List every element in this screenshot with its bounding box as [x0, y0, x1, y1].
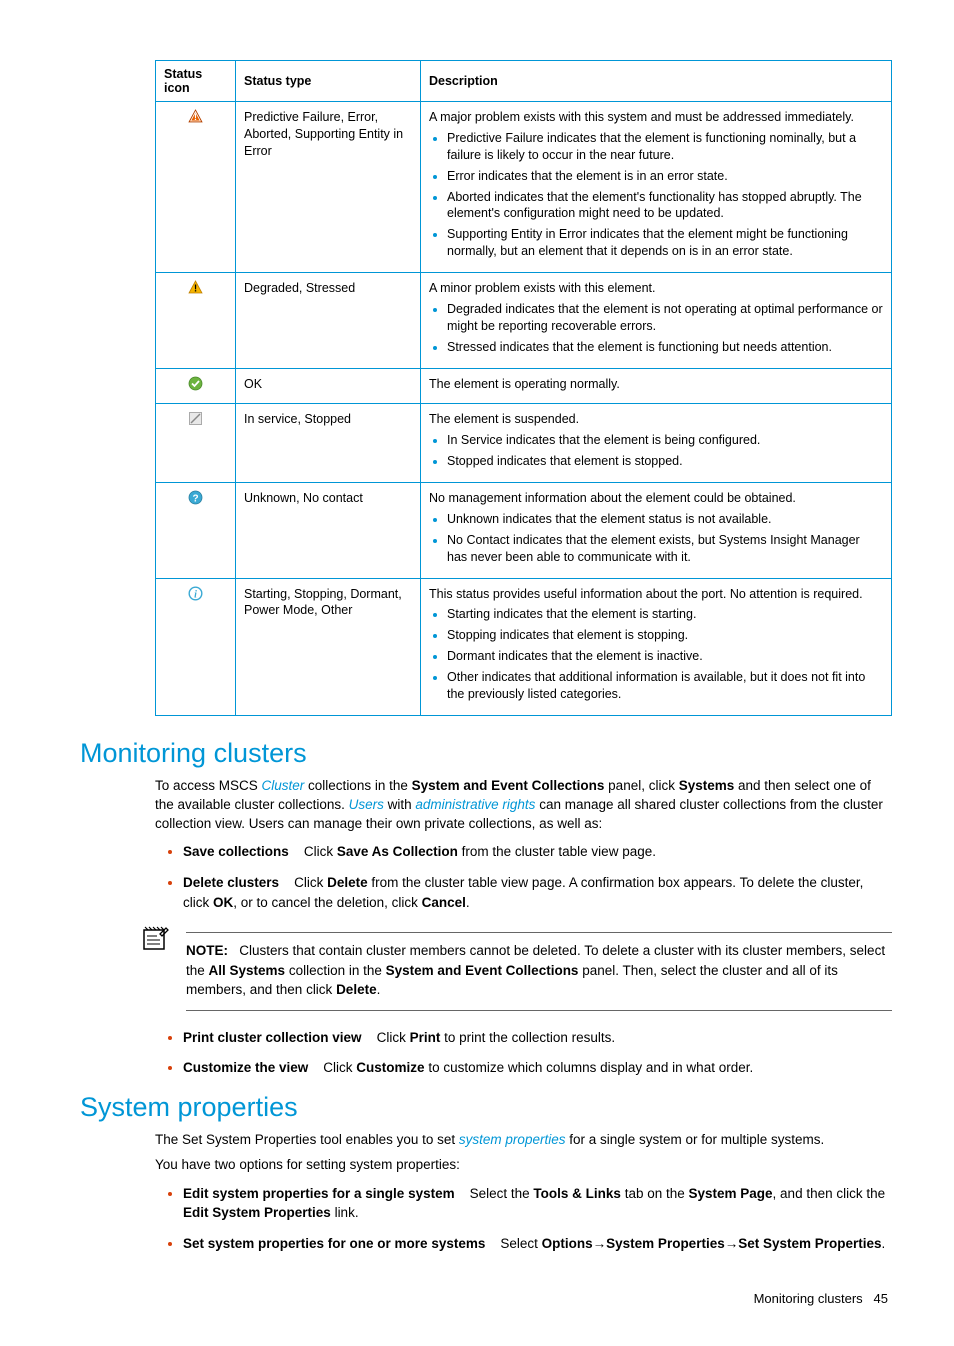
desc-bullet: Aborted indicates that the element's fun…: [447, 189, 883, 223]
sysprops-p1: The Set System Properties tool enables y…: [155, 1131, 892, 1150]
desc-bullet: Unknown indicates that the element statu…: [447, 511, 883, 528]
desc-bullet: Supporting Entity in Error indicates tha…: [447, 226, 883, 260]
desc-bullet: Predictive Failure indicates that the el…: [447, 130, 883, 164]
pause-icon: [156, 404, 236, 483]
desc-bullet: Stopped indicates that element is stoppe…: [447, 453, 883, 470]
desc-bullet: Degraded indicates that the element is n…: [447, 301, 883, 335]
item-save-collections: Save collections Click Save As Collectio…: [183, 841, 892, 862]
status-desc-cell: A major problem exists with this system …: [421, 102, 892, 273]
table-row: ? Unknown, No contactNo management inform…: [156, 483, 892, 579]
svg-text:!: !: [194, 112, 197, 122]
status-desc-cell: A minor problem exists with this element…: [421, 273, 892, 369]
table-row: ! Degraded, StressedA minor problem exist…: [156, 273, 892, 369]
table-row: OKThe element is operating normally.: [156, 368, 892, 404]
status-type-cell: Predictive Failure, Error, Aborted, Supp…: [236, 102, 421, 273]
item-delete-clusters: Delete clusters Click Delete from the cl…: [183, 872, 892, 912]
item-edit-single: Edit system properties for a single syst…: [183, 1183, 892, 1223]
desc-bullet: Starting indicates that the element is s…: [447, 606, 883, 623]
critical-icon: !: [156, 102, 236, 273]
desc-bullet: Other indicates that additional informat…: [447, 669, 883, 703]
status-desc-cell: The element is operating normally.: [421, 368, 892, 404]
status-desc-cell: No management information about the elem…: [421, 483, 892, 579]
note-icon: [140, 922, 172, 1019]
status-desc-cell: The element is suspended.In Service indi…: [421, 404, 892, 483]
item-print-view: Print cluster collection view Click Prin…: [183, 1027, 892, 1048]
svg-text:?: ?: [192, 494, 198, 505]
desc-bullet: Error indicates that the element is in a…: [447, 168, 883, 185]
item-set-multi: Set system properties for one or more sy…: [183, 1233, 892, 1254]
table-row: In service, StoppedThe element is suspen…: [156, 404, 892, 483]
note-block: NOTE: Clusters that contain cluster memb…: [140, 922, 892, 1019]
th-icon: Status icon: [156, 61, 236, 102]
sysprops-p2: You have two options for setting system …: [155, 1156, 892, 1175]
th-type: Status type: [236, 61, 421, 102]
page-footer: Monitoring clusters 45: [80, 1291, 892, 1306]
clusters-intro: To access MSCS Cluster collections in th…: [155, 777, 892, 834]
th-desc: Description: [421, 61, 892, 102]
item-customize-view: Customize the view Click Customize to cu…: [183, 1057, 892, 1078]
unknown-icon: ?: [156, 483, 236, 579]
table-row: ! Predictive Failure, Error, Aborted, Sup…: [156, 102, 892, 273]
heading-system-properties: System properties: [80, 1092, 892, 1123]
status-type-cell: Unknown, No contact: [236, 483, 421, 579]
warning-icon: !: [156, 273, 236, 369]
status-table: Status icon Status type Description ! Pre…: [155, 60, 892, 716]
desc-bullet: Dormant indicates that the element is in…: [447, 648, 883, 665]
table-row: i Starting, Stopping, Dormant, Power Mode…: [156, 578, 892, 715]
status-type-cell: In service, Stopped: [236, 404, 421, 483]
status-type-cell: Degraded, Stressed: [236, 273, 421, 369]
status-type-cell: Starting, Stopping, Dormant, Power Mode,…: [236, 578, 421, 715]
heading-monitoring-clusters: Monitoring clusters: [80, 738, 892, 769]
desc-bullet: In Service indicates that the element is…: [447, 432, 883, 449]
status-type-cell: OK: [236, 368, 421, 404]
info-icon: i: [156, 578, 236, 715]
svg-text:i: i: [194, 589, 197, 600]
svg-text:!: !: [194, 284, 197, 295]
desc-bullet: No Contact indicates that the element ex…: [447, 532, 883, 566]
desc-bullet: Stopping indicates that element is stopp…: [447, 627, 883, 644]
desc-bullet: Stressed indicates that the element is f…: [447, 339, 883, 356]
status-desc-cell: This status provides useful information …: [421, 578, 892, 715]
ok-icon: [156, 368, 236, 404]
